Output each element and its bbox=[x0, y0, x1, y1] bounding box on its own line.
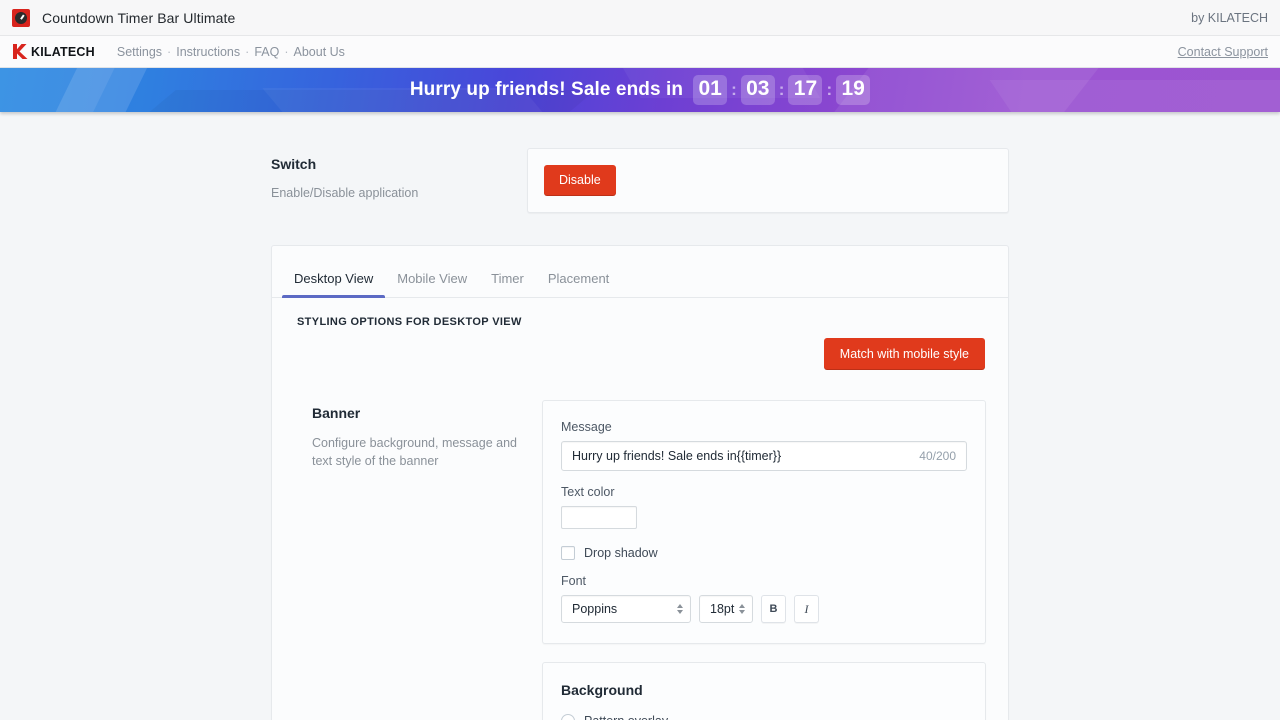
nav-separator: · bbox=[167, 44, 172, 59]
tab-mobile-view[interactable]: Mobile View bbox=[385, 271, 479, 297]
timer-separator: : bbox=[778, 80, 785, 99]
timer-days: 01 bbox=[693, 74, 728, 106]
tab-timer[interactable]: Timer bbox=[479, 271, 536, 297]
contact-support-link[interactable]: Contact Support bbox=[1178, 45, 1268, 59]
background-title: Background bbox=[561, 682, 643, 698]
message-panel: Message Hurry up friends! Sale ends in{{… bbox=[542, 400, 986, 644]
italic-button[interactable]: I bbox=[794, 595, 819, 623]
font-label: Font bbox=[561, 574, 587, 588]
app-navbar: KILATECH Settings · Instructions · FAQ ·… bbox=[0, 36, 1280, 68]
font-family-value: Poppins bbox=[572, 602, 618, 616]
switch-section-label: Switch Enable/Disable application bbox=[271, 148, 527, 202]
drop-shadow-row[interactable]: Drop shadow bbox=[561, 546, 967, 560]
banner-description: Configure background, message and text s… bbox=[312, 436, 517, 469]
tab-placement[interactable]: Placement bbox=[536, 271, 621, 297]
attribution-label: by KILATECH bbox=[1191, 10, 1268, 25]
timer-separator: : bbox=[731, 80, 737, 99]
chevron-updown-icon bbox=[739, 604, 745, 614]
font-size-select[interactable]: 18pt bbox=[699, 595, 753, 623]
message-input-value: Hurry up friends! Sale ends in{{timer}} bbox=[572, 449, 782, 463]
kilatech-k-icon bbox=[12, 43, 28, 60]
drop-shadow-label: Drop shadow bbox=[584, 546, 658, 560]
countdown-banner-preview: Hurry up friends! Sale ends in 01 : 03 :… bbox=[0, 68, 1280, 112]
pattern-overlay-row[interactable]: Pattern overlay bbox=[561, 714, 967, 720]
background-panel: Background Pattern overlay Image overlay bbox=[542, 662, 986, 720]
page-body: Switch Enable/Disable application Disabl… bbox=[0, 112, 1280, 720]
match-with-mobile-style-button[interactable]: Match with mobile style bbox=[823, 337, 985, 370]
brand-logo[interactable]: KILATECH bbox=[12, 43, 95, 60]
nav-separator: · bbox=[284, 44, 289, 59]
message-input[interactable]: Hurry up friends! Sale ends in{{timer}} … bbox=[561, 441, 967, 471]
nav-separator: · bbox=[245, 44, 250, 59]
countdown-message: Hurry up friends! Sale ends in bbox=[409, 79, 684, 100]
chevron-updown-icon bbox=[677, 604, 683, 614]
switch-card: Disable bbox=[527, 148, 1009, 213]
banner-section-label: Banner Configure background, message and… bbox=[290, 400, 542, 470]
banner-settings-region: Banner Configure background, message and… bbox=[272, 370, 1008, 720]
message-char-counter: 40/200 bbox=[919, 449, 956, 463]
styling-options-heading: STYLING OPTIONS FOR DESKTOP VIEW bbox=[297, 315, 522, 328]
window-title: Countdown Timer Bar Ultimate bbox=[42, 9, 236, 26]
nav-link-instructions[interactable]: Instructions bbox=[176, 45, 240, 59]
pattern-overlay-label: Pattern overlay bbox=[584, 714, 668, 720]
banner-title: Banner bbox=[312, 405, 361, 421]
timer-minutes: 17 bbox=[788, 74, 823, 106]
countdown-timer: 01 : 03 : 17 : 19 bbox=[693, 74, 871, 106]
bold-button[interactable]: B bbox=[761, 595, 786, 623]
timer-seconds: 19 bbox=[836, 74, 871, 106]
switch-description: Enable/Disable application bbox=[271, 186, 419, 200]
pattern-overlay-radio[interactable] bbox=[561, 714, 575, 720]
nav-link-faq[interactable]: FAQ bbox=[254, 45, 279, 59]
styling-card: Desktop View Mobile View Timer Placement… bbox=[271, 244, 1009, 720]
disable-button[interactable]: Disable bbox=[544, 165, 616, 196]
font-size-value: 18pt bbox=[710, 602, 735, 616]
nav-link-settings[interactable]: Settings bbox=[117, 45, 162, 59]
font-family-select[interactable]: Poppins bbox=[561, 595, 691, 623]
switch-section: Switch Enable/Disable application Disabl… bbox=[271, 148, 1009, 213]
brand-name: KILATECH bbox=[31, 44, 95, 59]
tab-desktop-view[interactable]: Desktop View bbox=[282, 271, 386, 298]
timer-separator: : bbox=[826, 80, 833, 99]
drop-shadow-checkbox[interactable] bbox=[561, 546, 575, 560]
view-tabs: Desktop View Mobile View Timer Placement bbox=[272, 246, 1008, 298]
nav-links: Settings · Instructions · FAQ · About Us bbox=[117, 45, 345, 59]
text-color-label: Text color bbox=[561, 485, 615, 499]
message-label: Message bbox=[561, 420, 612, 434]
timer-hours: 03 bbox=[740, 74, 775, 106]
nav-link-about-us[interactable]: About Us bbox=[294, 45, 345, 59]
timer-icon bbox=[12, 8, 30, 27]
text-color-swatch[interactable] bbox=[561, 506, 637, 529]
window-titlebar: Countdown Timer Bar Ultimate by KILATECH bbox=[0, 0, 1280, 36]
switch-title: Switch bbox=[271, 156, 317, 172]
